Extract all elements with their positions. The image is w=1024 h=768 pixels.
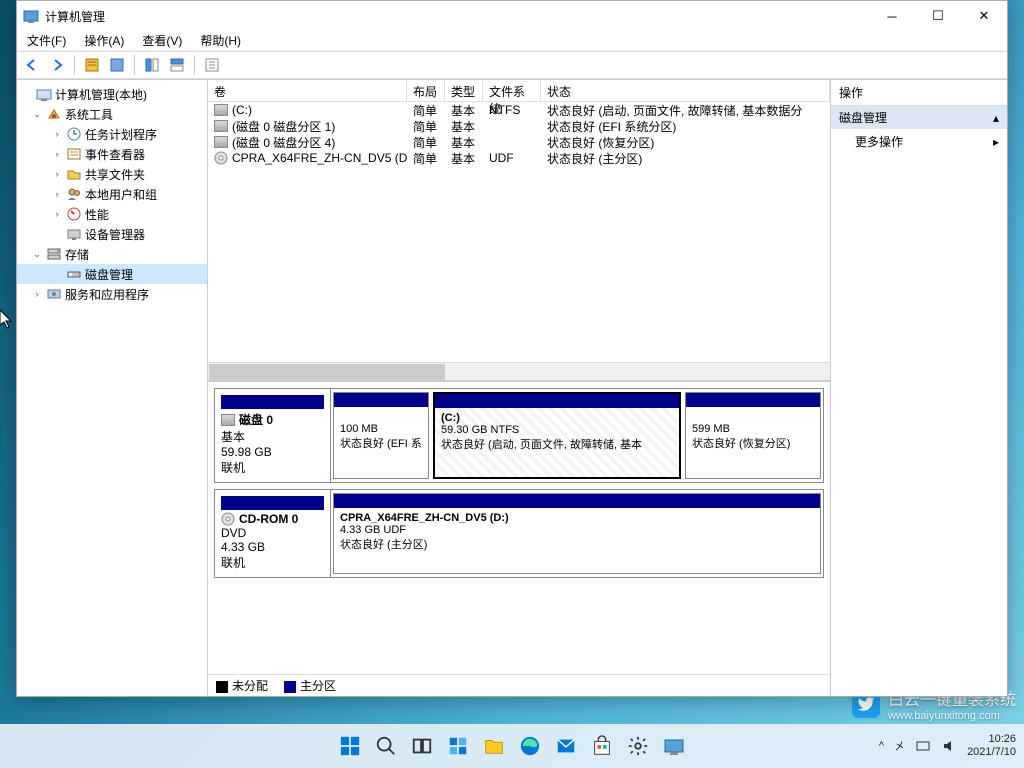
cdrom-0-info[interactable]: CD-ROM 0 DVD 4.33 GB 联机 [215,490,331,577]
tree-device-manager[interactable]: 设备管理器 [17,224,207,244]
back-button[interactable] [21,54,43,76]
watermark-url: www.baiyunxitong.com [888,710,1016,722]
mouse-cursor [0,310,14,330]
maximize-button[interactable]: ☐ [915,1,961,31]
menubar: 文件(F) 操作(A) 查看(V) 帮助(H) [17,31,1007,51]
col-fs[interactable]: 文件系统 [483,80,541,101]
edge-button[interactable] [517,733,543,759]
settings-button[interactable] [625,733,651,759]
volume-list-header[interactable]: 卷 布局 类型 文件系统 状态 [208,80,830,102]
taskbar[interactable]: ^ 㐅 10:26 2021/7/10 [0,724,1024,768]
tree-users-groups[interactable]: ›本地用户和组 [17,184,207,204]
disk-graphical-view: 磁盘 0 基本 59.98 GB 联机 100 MB状态良好 (EFI 系 (C… [208,380,830,674]
chevron-up-icon: ▴ [993,111,999,125]
partition-c[interactable]: (C:)59.30 GB NTFS状态良好 (启动, 页面文件, 故障转储, 基… [433,392,681,479]
task-view-button[interactable] [409,733,435,759]
tree-system-tools[interactable]: ⌄系统工具 [17,104,207,124]
drive-icon [214,104,228,116]
tree-event-viewer[interactable]: ›事件查看器 [17,144,207,164]
store-button[interactable] [589,733,615,759]
volume-list[interactable]: (C:)简单基本NTFS状态良好 (启动, 页面文件, 故障转储, 基本数据分 … [208,102,830,362]
chevron-right-icon: ▸ [993,135,999,149]
disc-icon [221,512,235,526]
action-section-diskmgmt[interactable]: 磁盘管理▴ [831,106,1007,129]
action-pane-title: 操作 [831,80,1007,106]
toolbar-btn-5[interactable] [201,54,223,76]
tree-performance[interactable]: ›性能 [17,204,207,224]
legend-primary: 主分区 [284,677,336,694]
legend-unallocated: 未分配 [216,677,268,694]
disk-icon [221,414,235,426]
tray-ime-icon[interactable]: 㐅 [894,738,905,754]
computer-management-window: 计算机管理 ─ ☐ ✕ 文件(F) 操作(A) 查看(V) 帮助(H) 计算机管… [16,0,1008,697]
legend: 未分配 主分区 [208,674,830,696]
volume-row[interactable]: (C:)简单基本NTFS状态良好 (启动, 页面文件, 故障转储, 基本数据分 [208,102,830,118]
partition-efi[interactable]: 100 MB状态良好 (EFI 系 [333,392,429,479]
menu-help[interactable]: 帮助(H) [200,32,241,49]
tree-disk-management[interactable]: 磁盘管理 [17,264,207,284]
compmgmt-taskbar-button[interactable] [661,733,687,759]
toolbar [17,51,1007,79]
tray-date[interactable]: 2021/7/10 [967,746,1016,759]
toolbar-btn-2[interactable] [106,54,128,76]
close-button[interactable]: ✕ [961,1,1007,31]
widgets-button[interactable] [445,733,471,759]
col-layout[interactable]: 布局 [407,80,445,101]
tree-shared-folders[interactable]: ›共享文件夹 [17,164,207,184]
action-more[interactable]: 更多操作▸ [831,129,1007,154]
partition-dvd[interactable]: CPRA_X64FRE_ZH-CN_DV5 (D:)4.33 GB UDF状态良… [333,493,821,574]
tray-time[interactable]: 10:26 [967,733,1016,746]
tree-storage[interactable]: ⌄存储 [17,244,207,264]
search-button[interactable] [373,733,399,759]
start-button[interactable] [337,733,363,759]
window-title: 计算机管理 [45,8,869,25]
tree-services-apps[interactable]: ›服务和应用程序 [17,284,207,304]
toolbar-btn-3[interactable] [141,54,163,76]
toolbar-btn-1[interactable] [81,54,103,76]
forward-button[interactable] [46,54,68,76]
partition-recovery[interactable]: 599 MB状态良好 (恢复分区) [685,392,821,479]
action-pane: 操作 磁盘管理▴ 更多操作▸ [831,80,1007,696]
tray-network-icon[interactable] [915,738,931,754]
drive-icon [214,120,228,132]
center-pane: 卷 布局 类型 文件系统 状态 (C:)简单基本NTFS状态良好 (启动, 页面… [208,80,831,696]
tree-root[interactable]: 计算机管理(本地) [17,84,207,104]
disc-icon [214,151,228,165]
col-volume[interactable]: 卷 [208,80,407,101]
disk-0-info[interactable]: 磁盘 0 基本 59.98 GB 联机 [215,389,331,482]
menu-view[interactable]: 查看(V) [142,32,182,49]
tree-task-scheduler[interactable]: ›任务计划程序 [17,124,207,144]
titlebar[interactable]: 计算机管理 ─ ☐ ✕ [17,1,1007,31]
volume-row[interactable]: (磁盘 0 磁盘分区 1)简单基本状态良好 (EFI 系统分区) [208,118,830,134]
menu-file[interactable]: 文件(F) [27,32,66,49]
volume-row[interactable]: CPRA_X64FRE_ZH-CN_DV5 (D:)简单基本UDF状态良好 (主… [208,150,830,166]
drive-icon [214,136,228,148]
volume-row[interactable]: (磁盘 0 磁盘分区 4)简单基本状态良好 (恢复分区) [208,134,830,150]
col-type[interactable]: 类型 [445,80,483,101]
tray-volume-icon[interactable] [941,738,957,754]
mail-button[interactable] [553,733,579,759]
tray-chevron-icon[interactable]: ^ [879,740,884,752]
minimize-button[interactable]: ─ [869,1,915,31]
toolbar-btn-4[interactable] [166,54,188,76]
app-icon [23,8,39,24]
h-scrollbar[interactable] [208,362,830,380]
col-status[interactable]: 状态 [541,80,830,101]
menu-action[interactable]: 操作(A) [84,32,124,49]
explorer-button[interactable] [481,733,507,759]
cdrom-0-row[interactable]: CD-ROM 0 DVD 4.33 GB 联机 CPRA_X64FRE_ZH-C… [214,489,824,578]
system-tray[interactable]: ^ 㐅 10:26 2021/7/10 [879,733,1016,759]
disk-0-row[interactable]: 磁盘 0 基本 59.98 GB 联机 100 MB状态良好 (EFI 系 (C… [214,388,824,483]
navigation-tree[interactable]: 计算机管理(本地) ⌄系统工具 ›任务计划程序 ›事件查看器 ›共享文件夹 ›本… [17,80,208,696]
